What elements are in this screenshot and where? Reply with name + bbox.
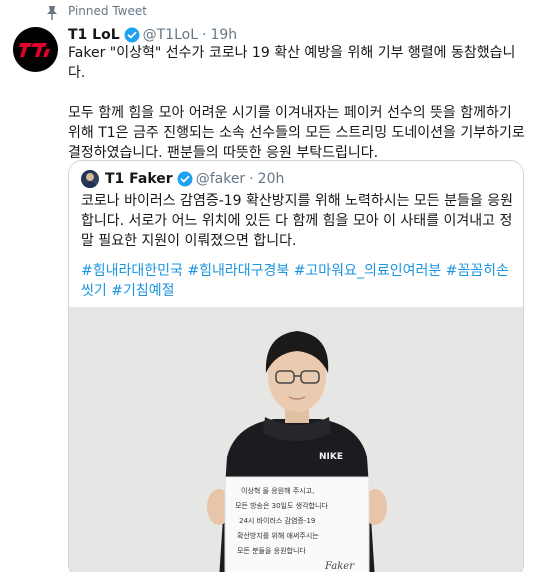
display-name[interactable]: T1 LoL	[68, 27, 120, 43]
tweet-text: Faker "이상혁" 선수가 코로나 19 확산 예방을 위해 기부 행렬에 …	[68, 43, 528, 163]
sign-line: 이상혁 올 응원해 주시고,	[241, 486, 314, 495]
hashtag-link[interactable]: #힘내라대한민국	[81, 263, 183, 279]
tweet-paragraph: 모두 함께 힘을 모아 어려운 시기를 이겨내자는 페이커 선수의 뜻을 함께하…	[68, 105, 525, 161]
quoted-hashtags[interactable]: #힘내라대한민국 #힘내라대구경북 #고마워요_의료인여러분 #꼼꼼히손씻기 #…	[81, 261, 521, 301]
quoted-header: T1 Faker @faker · 20h	[105, 169, 284, 189]
tweet-paragraph: Faker "이상혁" 선수가 코로나 19 확산 예방을 위해 기부 행렬에 …	[68, 45, 516, 81]
sign-signature: Faker	[324, 561, 355, 572]
quoted-handle[interactable]: @faker	[196, 171, 246, 187]
avatar[interactable]	[13, 27, 58, 72]
quoted-photo[interactable]: NIKE 이상혁 올 응원해 주시고, 모든 방송은 30일도 생각합니다 24…	[69, 307, 523, 572]
sign-line: 모든 방송은 30일도 생각합니다	[235, 501, 328, 510]
verified-badge-icon	[124, 27, 140, 43]
quoted-display-name[interactable]: T1 Faker	[105, 171, 173, 187]
sign-line: 24시 바이러스 감염증-19	[239, 516, 315, 525]
pin-icon	[47, 6, 57, 20]
verified-badge-icon	[177, 171, 193, 187]
sweater-logo: NIKE	[319, 452, 343, 462]
quoted-timestamp[interactable]: 20h	[258, 171, 285, 187]
person-holding-sign-illustration: NIKE 이상혁 올 응원해 주시고, 모든 방송은 30일도 생각합니다 24…	[69, 307, 523, 572]
hashtag-link[interactable]: #기침예절	[111, 283, 174, 299]
timestamp[interactable]: 19h	[210, 27, 237, 43]
separator: ·	[202, 27, 207, 43]
pinned-tweet-label: Pinned Tweet	[68, 4, 147, 18]
quoted-avatar	[81, 170, 99, 188]
tweet-header: T1 LoL @T1LoL · 19h	[68, 25, 237, 45]
sign-line: 모든 분들을 응원합니다	[237, 546, 306, 555]
hashtag-link[interactable]: #힘내라대구경북	[187, 263, 289, 279]
hashtag-link[interactable]: #고마워요_의료인여러분	[294, 263, 442, 279]
sign-line: 확산방지를 위해 애써주시는	[237, 531, 319, 540]
handle[interactable]: @T1LoL	[143, 27, 198, 43]
quoted-text: 코로나 바이러스 감염증-19 확산방지를 위해 노력하시는 모든 분들을 응원…	[81, 191, 521, 301]
quoted-paragraph: 코로나 바이러스 감염증-19 확산방지를 위해 노력하시는 모든 분들을 응원…	[81, 193, 513, 249]
quoted-tweet-card[interactable]: T1 Faker @faker · 20h 코로나 바이러스 감염증-19 확산…	[68, 160, 524, 572]
separator: ·	[249, 171, 254, 187]
t1-logo-icon	[18, 42, 50, 57]
